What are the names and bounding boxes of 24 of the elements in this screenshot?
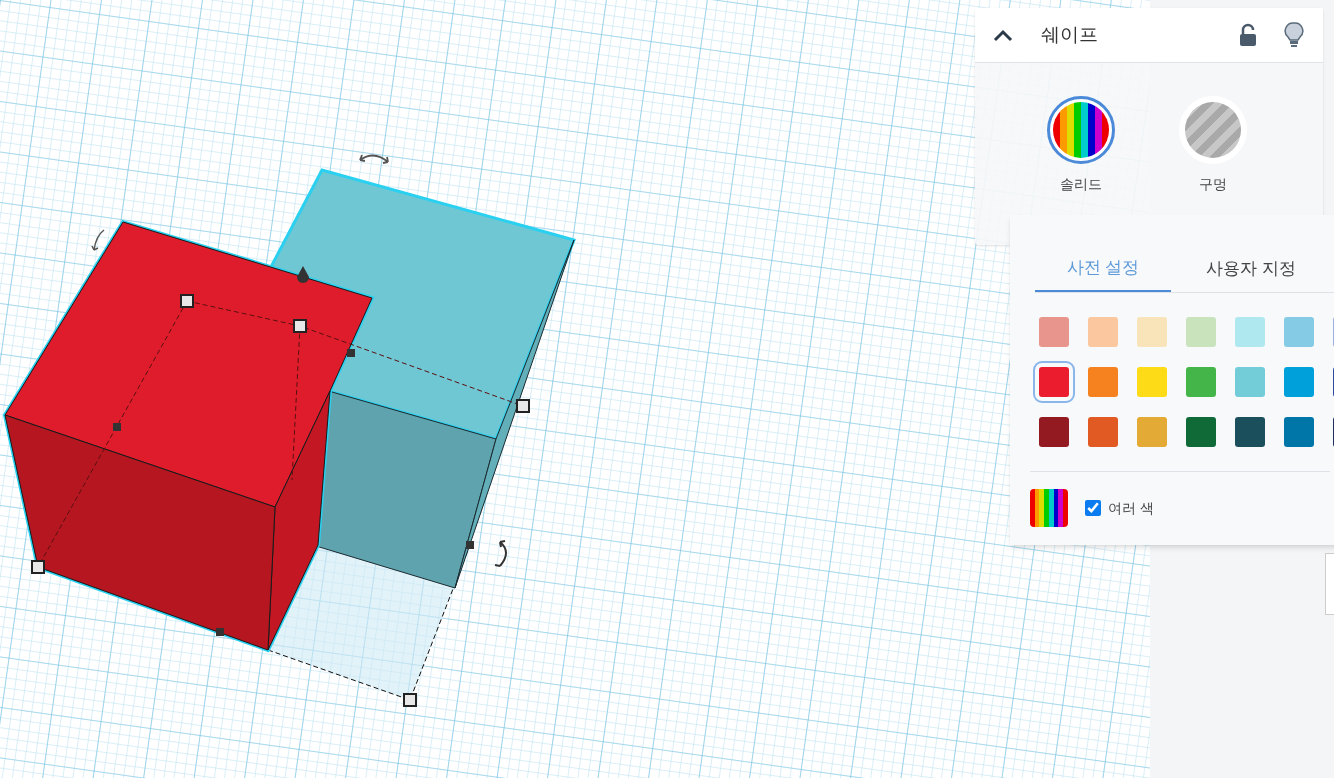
shape-type-option[interactable]: 솔리드 <box>1047 96 1115 195</box>
resize-handle[interactable] <box>293 319 307 333</box>
rotate-arrow-icon[interactable] <box>359 154 389 164</box>
panel-title: 쉐이프 <box>1041 22 1098 47</box>
boxes-drawing[interactable] <box>2 168 576 653</box>
shape-type-option[interactable]: 구멍 <box>1179 96 1247 195</box>
multicolor-swatch[interactable] <box>1030 489 1068 527</box>
rotate-arrow-icon[interactable] <box>494 540 507 567</box>
rotate-arrow-icon[interactable] <box>91 229 105 251</box>
multicolor-checkbox[interactable] <box>1085 500 1101 516</box>
resize-handle[interactable] <box>113 423 121 431</box>
resize-handle[interactable] <box>31 560 45 574</box>
resize-handle[interactable] <box>216 628 224 636</box>
color-swatch[interactable] <box>1033 361 1075 403</box>
resize-handle[interactable] <box>516 399 530 413</box>
height-marker-icon[interactable] <box>297 266 309 283</box>
resize-handle[interactable] <box>180 294 194 308</box>
light-bulb-button[interactable] <box>1281 22 1307 48</box>
resize-handle[interactable] <box>347 349 355 357</box>
resize-handle[interactable] <box>403 693 417 707</box>
resize-handle[interactable] <box>466 541 474 549</box>
solid-icon <box>1047 96 1115 164</box>
multicolor-label: 여러 색 <box>1108 498 1154 518</box>
color-tab[interactable]: 사용자 지정 <box>1171 245 1331 292</box>
